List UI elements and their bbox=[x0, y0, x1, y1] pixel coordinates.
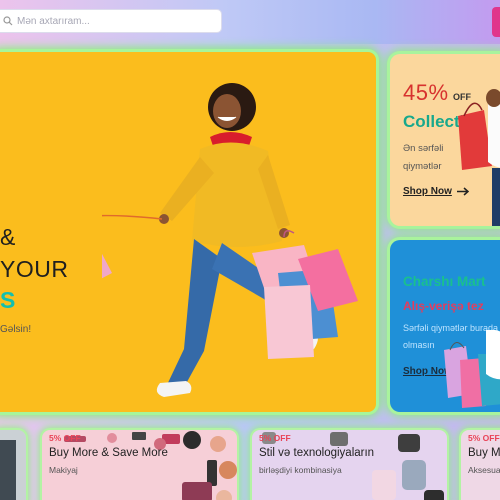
promo-card-tech[interactable]: 5% OFF Stil və texnologiyaların birləşdi… bbox=[252, 430, 447, 500]
hero-cta-text: Gəlsin! bbox=[0, 324, 32, 335]
promo-accessories-subtitle: Aksesuar bbox=[468, 465, 500, 475]
search-icon bbox=[3, 16, 13, 26]
search-input[interactable] bbox=[17, 15, 197, 27]
charshi-subtitle: Alış-verişə tez bbox=[403, 299, 484, 313]
hero-line-1: & bbox=[0, 224, 16, 250]
hero-line-2: YOUR bbox=[0, 256, 69, 282]
search-bar[interactable] bbox=[0, 9, 222, 33]
header-action-button[interactable] bbox=[492, 7, 500, 37]
promo-card-makeup[interactable]: 5% OFF Buy More & Save More Makiyaj bbox=[42, 430, 237, 500]
hero-line-3: S bbox=[0, 287, 16, 313]
promo-card-0[interactable] bbox=[0, 430, 26, 500]
promo-tech-subtitle: birləşdiyi kombinasiya bbox=[259, 465, 342, 475]
collection-promo-card[interactable]: 45% OFF Collection Ən sərfəli qiymətlər … bbox=[390, 54, 500, 226]
top-header bbox=[0, 0, 500, 44]
collection-shopper-image bbox=[458, 89, 500, 226]
charshi-mart-promo-card[interactable]: Charshı Mart Alış-verişə tez Sərfəli qiy… bbox=[390, 240, 500, 412]
promo-accessories-title: Buy More bbox=[468, 447, 500, 459]
hero-shopper-image bbox=[102, 83, 358, 397]
promo-tech-title: Stil və texnologiyaların bbox=[259, 447, 375, 459]
promo-makeup-percent: 5% OFF bbox=[49, 433, 81, 443]
charshi-bags-image bbox=[444, 330, 500, 408]
hero-banner[interactable]: & YOUR S Gəlsin! bbox=[0, 52, 376, 412]
promo-accessories-percent: 5% OFF bbox=[468, 433, 500, 443]
promo-card-accessories[interactable]: 5% OFF Buy More Aksesuar bbox=[461, 430, 500, 500]
promo-makeup-title: Buy More & Save More bbox=[49, 447, 168, 459]
charshi-title: Charshı Mart bbox=[403, 274, 486, 289]
promo-0-image bbox=[0, 440, 16, 500]
promo-makeup-subtitle: Makiyaj bbox=[49, 465, 78, 475]
collection-discount-percent: 45% bbox=[403, 80, 449, 105]
shop-now-label: Shop Now bbox=[403, 186, 452, 197]
promo-tech-percent: 5% OFF bbox=[259, 433, 291, 443]
